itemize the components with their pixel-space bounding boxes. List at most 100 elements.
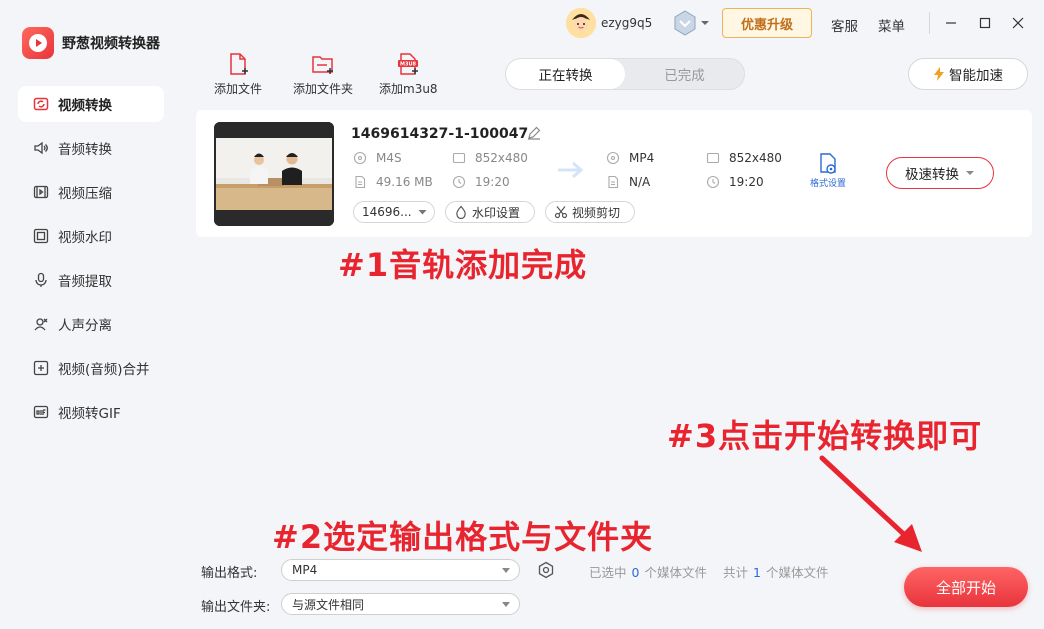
add-file-button[interactable]: 添加文件 — [214, 52, 262, 97]
status-tabs: 正在转换 已完成 — [505, 58, 745, 90]
user-info[interactable]: ezyg9q5 — [566, 8, 652, 38]
start-all-button[interactable]: 全部开始 — [904, 567, 1028, 607]
maximize-icon — [979, 17, 991, 29]
add-folder-button[interactable]: 添加文件夹 — [293, 52, 353, 97]
maximize-button[interactable] — [974, 12, 996, 34]
audio-extract-icon — [32, 271, 50, 289]
format-settings-button[interactable]: 格式设置 — [810, 152, 846, 189]
annotation-step-2: #2选定输出格式与文件夹 — [272, 518, 654, 556]
output-format-select[interactable]: MP4 — [281, 559, 520, 581]
output-folder-select[interactable]: 与源文件相同 — [281, 593, 520, 615]
input-duration: 19:20 — [452, 175, 510, 189]
vip-badge[interactable] — [670, 8, 710, 38]
close-button[interactable] — [1007, 12, 1029, 34]
output-resolution-value: 852x480 — [729, 151, 782, 165]
input-resolution: 852x480 — [452, 151, 528, 165]
sidebar-item-label: 视频转GIF — [58, 406, 121, 422]
titlebar-divider — [929, 12, 930, 34]
input-format-value: M4S — [376, 151, 402, 165]
output-folder-label: 输出文件夹: — [201, 600, 271, 615]
file-list-item: 1469614327-1-100047 M4S 852x480 49.16 MB… — [196, 110, 1032, 237]
minimize-icon — [946, 22, 956, 24]
chevron-down-icon — [701, 21, 709, 25]
add-m3u8-icon: M3U8 — [398, 53, 419, 75]
resolution-icon — [452, 152, 466, 164]
format-settings-icon — [820, 153, 836, 174]
total-count: 共计 1 个媒体文件 — [723, 562, 828, 581]
fast-convert-button[interactable]: 极速转换 — [886, 157, 994, 189]
gear-icon — [538, 561, 554, 579]
chevron-down-icon — [966, 171, 974, 175]
app-window: 野葱视频转换器 视频转换 音频转换 视频压缩 视频水印 音频提取 人声分离 视频… — [0, 0, 1044, 629]
video-cut-label: 视频剪切 — [572, 205, 621, 220]
sidebar-item-audio-convert[interactable]: 音频转换 — [18, 130, 164, 166]
audio-convert-icon — [32, 139, 50, 157]
close-icon — [1012, 17, 1024, 29]
sidebar-item-voice-separate[interactable]: 人声分离 — [18, 306, 164, 342]
app-name: 野葱视频转换器 — [62, 36, 160, 52]
add-m3u8-label: 添加m3u8 — [379, 82, 438, 96]
sidebar-item-label: 视频水印 — [58, 230, 112, 246]
menu-button[interactable]: 菜单 — [878, 15, 905, 35]
file-size-icon — [355, 175, 366, 189]
brand: 野葱视频转换器 — [22, 27, 160, 59]
input-size: 49.16 MB — [353, 175, 433, 189]
clock-icon — [706, 175, 720, 189]
vip-badge-icon — [674, 10, 696, 36]
sidebar-nav: 视频转换 音频转换 视频压缩 视频水印 音频提取 人声分离 视频(音频)合并 视… — [18, 86, 164, 438]
add-file-icon — [230, 53, 248, 75]
output-duration-value: 19:20 — [729, 175, 764, 189]
sidebar-item-label: 视频转换 — [58, 98, 112, 114]
output-folder-select-value: 与源文件相同 — [292, 597, 365, 612]
avatar[interactable] — [566, 8, 596, 38]
format-icon — [353, 151, 367, 165]
sidebar-item-label: 人声分离 — [58, 318, 112, 334]
edit-name-icon[interactable] — [527, 126, 541, 144]
total-suffix: 个媒体文件 — [765, 565, 829, 580]
selected-count-value: 0 — [631, 565, 640, 580]
input-duration-value: 19:20 — [475, 175, 510, 189]
tab-completed[interactable]: 已完成 — [625, 59, 744, 89]
selected-suffix: 个媒体文件 — [644, 565, 707, 580]
add-m3u8-button[interactable]: M3U8 添加m3u8 — [379, 52, 438, 97]
customer-service-button[interactable]: 客服 — [831, 15, 858, 35]
username: ezyg9q5 — [601, 16, 653, 30]
upgrade-button[interactable]: 优惠升级 — [722, 8, 812, 38]
gif-icon — [32, 403, 50, 421]
smart-boost-label: 智能加速 — [949, 68, 1003, 84]
add-file-label: 添加文件 — [214, 82, 263, 96]
annotation-step-1: #1音轨添加完成 — [338, 246, 588, 284]
sidebar-item-merge[interactable]: 视频(音频)合并 — [18, 350, 164, 386]
sidebar-item-audio-extract[interactable]: 音频提取 — [18, 262, 164, 298]
track-select[interactable]: 14696... — [353, 201, 435, 223]
scissors-icon — [554, 206, 568, 219]
watermark-settings-button[interactable]: 水印设置 — [445, 201, 535, 223]
sidebar-item-video-convert[interactable]: 视频转换 — [18, 86, 164, 122]
title-bar: ezyg9q5 优惠升级 客服 菜单 — [182, 0, 1044, 46]
video-cut-button[interactable]: 视频剪切 — [545, 201, 635, 223]
total-prefix: 共计 — [723, 565, 749, 580]
sidebar-item-gif[interactable]: 视频转GIF — [18, 394, 164, 430]
watermark-settings-label: 水印设置 — [472, 205, 521, 220]
chevron-down-icon — [502, 568, 510, 573]
sidebar-item-label: 视频压缩 — [58, 186, 112, 202]
m3u8-badge-text: M3U8 — [400, 62, 417, 68]
annotation-arrow-icon — [819, 455, 922, 552]
add-folder-label: 添加文件夹 — [293, 82, 354, 96]
tab-converting[interactable]: 正在转换 — [506, 59, 625, 89]
clock-icon — [452, 175, 466, 189]
video-compress-icon — [32, 183, 50, 201]
convert-arrow-icon — [556, 160, 586, 184]
minimize-button[interactable] — [940, 12, 962, 34]
track-select-value: 14696... — [362, 205, 412, 219]
format-settings-gear[interactable] — [537, 561, 555, 583]
video-thumbnail[interactable] — [214, 122, 334, 226]
sidebar-item-video-compress[interactable]: 视频压缩 — [18, 174, 164, 210]
sidebar-item-video-watermark[interactable]: 视频水印 — [18, 218, 164, 254]
smart-boost-button[interactable]: 智能加速 — [908, 58, 1028, 90]
format-icon — [606, 151, 620, 165]
video-watermark-icon — [32, 227, 50, 245]
sidebar-item-label: 视频(音频)合并 — [58, 362, 150, 378]
sidebar: 野葱视频转换器 视频转换 音频转换 视频压缩 视频水印 音频提取 人声分离 视频… — [0, 0, 182, 629]
voice-separate-icon — [32, 315, 50, 333]
